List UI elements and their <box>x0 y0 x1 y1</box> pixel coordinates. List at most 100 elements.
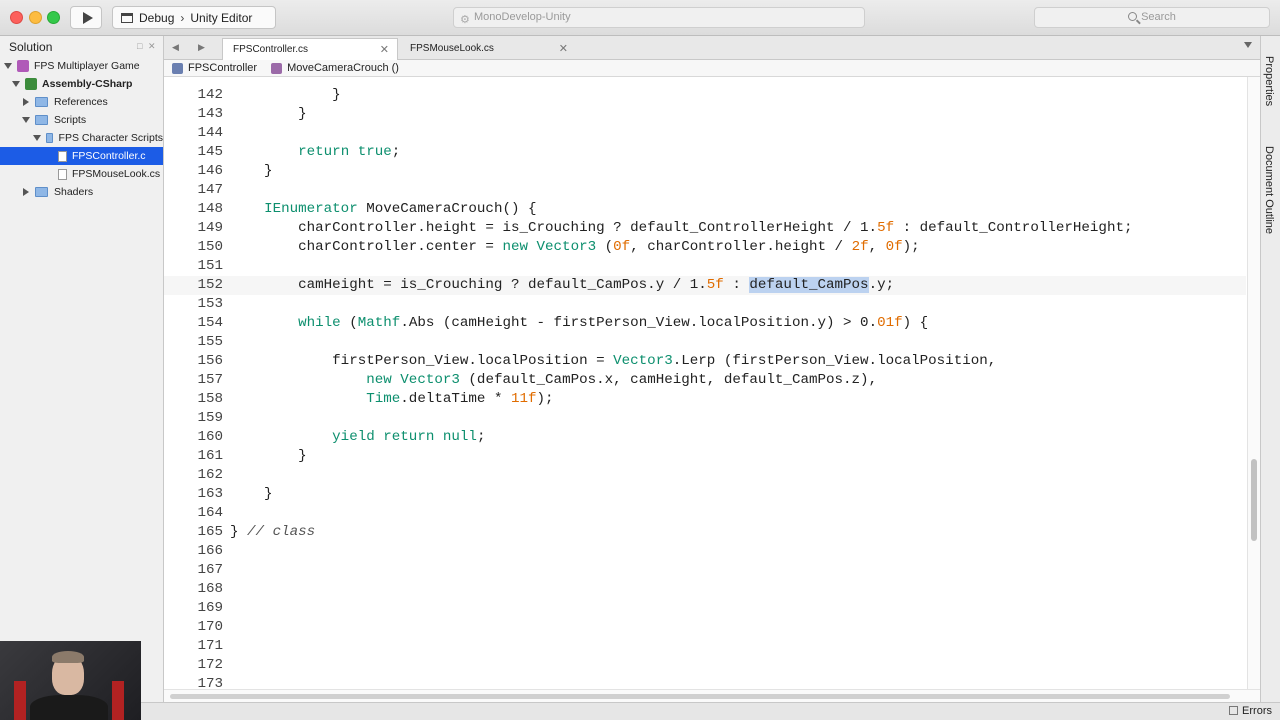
expand-arrow-icon[interactable] <box>4 63 12 69</box>
code-line[interactable]: 156 firstPerson_View.localPosition = Vec… <box>164 352 1246 371</box>
errors-button[interactable]: Errors <box>1229 705 1272 717</box>
tree-item-solution[interactable]: FPS Multiplayer Game <box>0 57 163 75</box>
line-code[interactable]: new Vector3 (default_CamPos.x, camHeight… <box>230 371 877 390</box>
tree-item-label: FPS Multiplayer Game <box>34 60 140 72</box>
horizontal-scroll-thumb[interactable] <box>170 694 1230 699</box>
breadcrumb-class[interactable]: FPSController <box>188 62 257 74</box>
tab-list-dropdown-icon[interactable] <box>1244 42 1252 48</box>
code-line[interactable]: 143 } <box>164 105 1246 124</box>
line-code[interactable]: } <box>230 162 273 181</box>
tree-item-fps-character-scripts[interactable]: FPS Character Scripts <box>0 129 163 147</box>
minimize-window-icon[interactable] <box>29 11 42 24</box>
code-line[interactable]: 170 <box>164 618 1246 637</box>
line-code[interactable]: while (Mathf.Abs (camHeight - firstPerso… <box>230 314 928 333</box>
code-line[interactable]: 168 <box>164 580 1246 599</box>
pad-close-icon[interactable]: ✕ <box>148 41 156 52</box>
line-code[interactable]: yield return null; <box>230 428 485 447</box>
code-line[interactable]: 158 Time.deltaTime * 11f); <box>164 390 1246 409</box>
line-code[interactable]: return true; <box>230 143 400 162</box>
pad-options-icon[interactable]: □ <box>137 41 142 51</box>
tree-item-shaders[interactable]: Shaders <box>0 183 163 201</box>
tab-document-outline[interactable]: Document Outline <box>1263 146 1275 234</box>
code-line[interactable]: 151 <box>164 257 1246 276</box>
expand-arrow-icon[interactable] <box>22 117 30 123</box>
breadcrumb-method[interactable]: MoveCameraCrouch () <box>287 62 399 74</box>
line-code[interactable]: } <box>230 86 341 105</box>
run-button[interactable] <box>70 6 102 29</box>
zoom-window-icon[interactable] <box>47 11 60 24</box>
line-code[interactable]: IEnumerator MoveCameraCrouch() { <box>230 200 536 219</box>
code-line[interactable]: 167 <box>164 561 1246 580</box>
code-line[interactable]: 160 yield return null; <box>164 428 1246 447</box>
line-code[interactable]: firstPerson_View.localPosition = Vector3… <box>230 352 996 371</box>
title-bar: Debug › Unity Editor ⚙ MonoDevelop-Unity… <box>0 0 1280 36</box>
line-code[interactable]: Time.deltaTime * 11f); <box>230 390 553 409</box>
code-line[interactable]: 147 <box>164 181 1246 200</box>
webcam-overlay <box>0 641 141 720</box>
horizontal-scrollbar[interactable] <box>164 689 1260 702</box>
vertical-scroll-thumb[interactable] <box>1251 459 1257 541</box>
tab-fpscontroller[interactable]: FPSController.cs ✕ <box>222 38 398 60</box>
code-editor[interactable]: 142 } 143 } 144 145 return true; 146 } 147 148… <box>164 77 1246 689</box>
line-number: 160 <box>197 429 223 445</box>
code-line[interactable]: 173 <box>164 675 1246 689</box>
close-tab-icon[interactable]: ✕ <box>380 39 389 61</box>
code-line[interactable]: 154 while (Mathf.Abs (camHeight - firstP… <box>164 314 1246 333</box>
code-line[interactable]: 150 charController.center = new Vector3 … <box>164 238 1246 257</box>
code-line[interactable]: 157 new Vector3 (default_CamPos.x, camHe… <box>164 371 1246 390</box>
code-line[interactable]: 161 } <box>164 447 1246 466</box>
code-line[interactable]: 149 charController.height = is_Crouching… <box>164 219 1246 238</box>
code-line[interactable]: 142 } <box>164 86 1246 105</box>
code-line[interactable]: 146 } <box>164 162 1246 181</box>
line-code[interactable]: } <box>230 105 307 124</box>
line-number: 162 <box>197 467 223 483</box>
code-line[interactable]: 159 <box>164 409 1246 428</box>
code-line[interactable]: 163 } <box>164 485 1246 504</box>
webcam-chair-left <box>14 681 26 720</box>
search-icon <box>1128 12 1138 21</box>
tree-item-fpscontroller[interactable]: FPSController.c <box>0 147 163 165</box>
tree-item-references[interactable]: References <box>0 93 163 111</box>
solution-pad-title: Solution <box>9 40 53 54</box>
code-line[interactable]: 164 <box>164 504 1246 523</box>
code-line[interactable]: 169 <box>164 599 1246 618</box>
code-line[interactable]: 166 <box>164 542 1246 561</box>
code-line[interactable]: 172 <box>164 656 1246 675</box>
code-line[interactable]: 145 return true; <box>164 143 1246 162</box>
code-line[interactable]: 148 IEnumerator MoveCameraCrouch() { <box>164 200 1246 219</box>
tab-fpsmouselook[interactable]: FPSMouseLook.cs ✕ <box>400 38 576 60</box>
code-line[interactable]: 171 <box>164 637 1246 656</box>
line-code[interactable]: } <box>230 447 307 466</box>
expand-arrow-icon[interactable] <box>33 135 41 141</box>
code-line[interactable]: 153 <box>164 295 1246 314</box>
expand-arrow-icon[interactable] <box>12 81 20 87</box>
collapse-arrow-icon[interactable] <box>23 188 29 196</box>
tree-item-scripts[interactable]: Scripts <box>0 111 163 129</box>
forward-arrow-icon[interactable]: ▶ <box>198 42 205 53</box>
line-code[interactable]: camHeight = is_Crouching ? default_CamPo… <box>230 276 894 295</box>
line-number: 143 <box>197 106 223 122</box>
window-icon <box>121 12 133 23</box>
configuration-selector[interactable]: Debug › Unity Editor <box>112 6 276 29</box>
collapse-arrow-icon[interactable] <box>23 98 29 106</box>
code-line[interactable]: 144 <box>164 124 1246 143</box>
tree-item-fpsmouselook[interactable]: FPSMouseLook.cs <box>0 165 163 183</box>
close-window-icon[interactable] <box>10 11 23 24</box>
line-number: 142 <box>197 87 223 103</box>
code-line[interactable]: 162 <box>164 466 1246 485</box>
line-code[interactable]: } <box>230 485 273 504</box>
tab-properties[interactable]: Properties <box>1263 56 1275 106</box>
line-number: 155 <box>197 334 223 350</box>
code-line[interactable]: 152 camHeight = is_Crouching ? default_C… <box>164 276 1246 295</box>
line-code[interactable]: charController.center = new Vector3 (0f,… <box>230 238 920 257</box>
code-line[interactable]: 165} // class <box>164 523 1246 542</box>
line-number: 153 <box>197 296 223 312</box>
line-code[interactable]: } // class <box>230 523 315 542</box>
back-arrow-icon[interactable]: ◀ <box>172 42 179 53</box>
tree-item-assembly[interactable]: Assembly-CSharp <box>0 75 163 93</box>
close-tab-icon[interactable]: ✕ <box>559 38 568 60</box>
vertical-scrollbar[interactable] <box>1247 77 1260 689</box>
search-input[interactable]: Search <box>1034 7 1270 28</box>
line-code[interactable]: charController.height = is_Crouching ? d… <box>230 219 1132 238</box>
code-line[interactable]: 155 <box>164 333 1246 352</box>
